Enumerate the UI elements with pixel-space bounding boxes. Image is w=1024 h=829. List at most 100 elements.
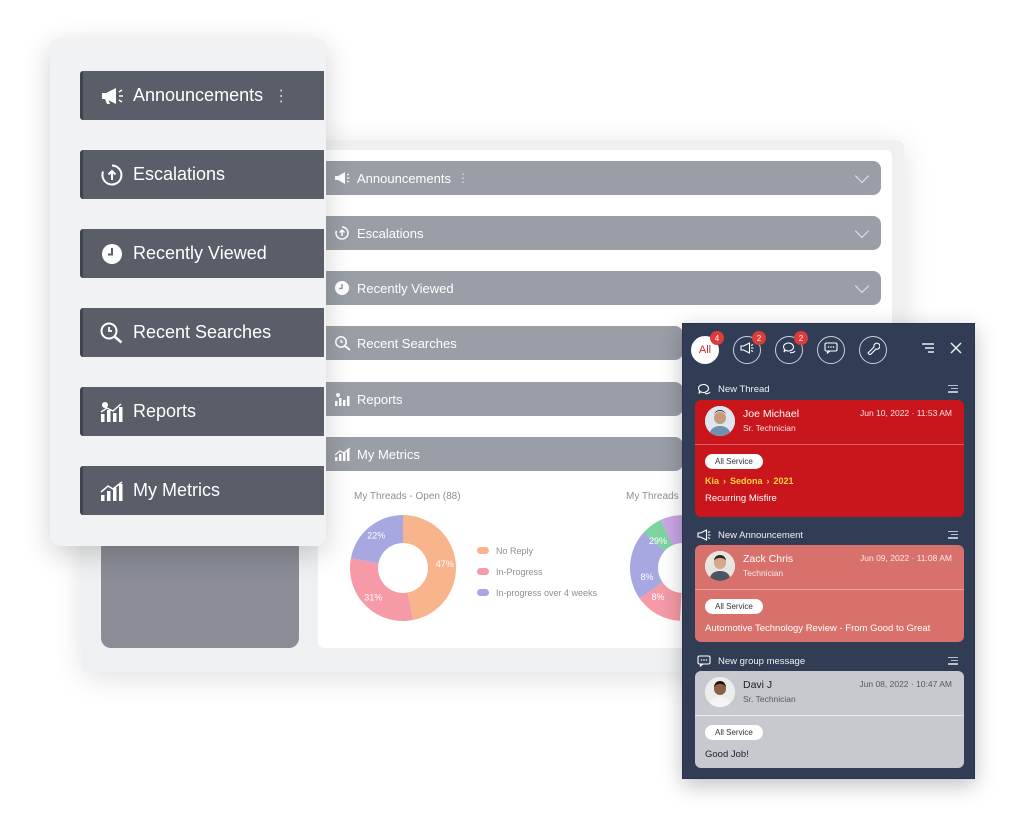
history-search-icon bbox=[99, 320, 125, 346]
metrics-icon bbox=[99, 478, 125, 504]
author-role: Sr. Technician bbox=[743, 423, 796, 433]
escalation-icon bbox=[99, 162, 125, 188]
section-heading-label: New group message bbox=[718, 655, 806, 667]
timestamp: Jun 09, 2022 · 11:08 AM bbox=[860, 553, 952, 563]
close-icon[interactable] bbox=[950, 341, 962, 359]
tab-announcements[interactable]: 2 bbox=[733, 331, 766, 364]
sidebar-item-label: My Metrics bbox=[133, 480, 220, 500]
sidebar-item-label: Recently Viewed bbox=[133, 243, 267, 263]
accordion-label: Recently Viewed bbox=[357, 280, 454, 296]
message-text: Automotive Technology Review - From Good… bbox=[705, 623, 931, 634]
donut-slice[interactable] bbox=[350, 558, 413, 621]
section-menu-icon[interactable] bbox=[948, 529, 958, 539]
author-role: Sr. Technician bbox=[743, 694, 796, 704]
donut-chart-threads-2: 29% 8% 8% bbox=[630, 515, 683, 621]
slice-value-label: 8% bbox=[640, 572, 653, 582]
clock-icon bbox=[333, 279, 351, 297]
sidebar-item-my-metrics[interactable]: My Metrics bbox=[80, 466, 324, 515]
section-heading-new-group-message: New group message bbox=[697, 655, 805, 667]
breadcrumb-item[interactable]: 2021 bbox=[774, 476, 794, 486]
accordion-announcements[interactable]: Announcements ⋮ bbox=[323, 161, 881, 195]
filter-list-icon[interactable] bbox=[921, 341, 935, 359]
accordion-reports[interactable]: Reports bbox=[323, 382, 683, 416]
sidebar-item-announcements[interactable]: Announcements ⋮ bbox=[80, 71, 324, 120]
reports-icon bbox=[99, 399, 125, 425]
megaphone-icon bbox=[333, 169, 351, 187]
notification-card[interactable]: Joe Michael Sr. Technician Jun 10, 2022 … bbox=[695, 400, 964, 517]
history-search-icon bbox=[333, 334, 351, 352]
count-badge: 4 bbox=[710, 331, 724, 345]
section-heading-label: New Announcement bbox=[718, 529, 804, 541]
tag-pill[interactable]: All Service bbox=[705, 454, 763, 469]
tab-tools[interactable] bbox=[859, 336, 887, 364]
message-text: Good Job! bbox=[705, 749, 749, 760]
reports-icon bbox=[333, 390, 351, 408]
section-menu-icon[interactable] bbox=[948, 655, 958, 665]
legend-swatch bbox=[477, 589, 489, 596]
notification-card[interactable]: Davi J Sr. Technician Jun 08, 2022 · 10:… bbox=[695, 671, 964, 768]
accordion-label: Reports bbox=[357, 391, 403, 407]
section-menu-icon[interactable] bbox=[948, 383, 958, 393]
legend-label: No Reply bbox=[496, 545, 534, 556]
clock-icon bbox=[99, 241, 125, 267]
chevron-right-icon: › bbox=[766, 476, 770, 486]
chevron-down-icon[interactable] bbox=[854, 223, 870, 239]
sidebar-item-label: Announcements bbox=[133, 85, 264, 105]
group-message-icon bbox=[824, 341, 838, 359]
sidebar-item-label: Reports bbox=[133, 401, 197, 421]
breadcrumb: Kia › Sedona › 2021 bbox=[705, 476, 794, 486]
group-message-icon bbox=[697, 655, 711, 667]
author-name[interactable]: Joe Michael bbox=[743, 408, 799, 420]
sidebar-item-label: Escalations bbox=[133, 164, 226, 184]
legend-swatch bbox=[477, 547, 489, 554]
tab-group-messages[interactable] bbox=[817, 336, 845, 364]
accordion-label: My Metrics bbox=[357, 446, 420, 462]
notifications-tabbar: All 4 2 2 bbox=[683, 324, 976, 376]
accordion-label: Escalations bbox=[357, 225, 424, 241]
divider bbox=[695, 715, 964, 716]
divider bbox=[695, 589, 964, 590]
accordion-recent-searches[interactable]: Recent Searches bbox=[323, 326, 683, 360]
avatar bbox=[705, 406, 735, 436]
chart-title: My Threads - Open (88) bbox=[354, 491, 461, 502]
sidebar-item-label: Recent Searches bbox=[133, 322, 272, 342]
sidebar-item-reports[interactable]: Reports bbox=[80, 387, 324, 436]
sidebar-item-recent-searches[interactable]: Recent Searches bbox=[80, 308, 324, 357]
chat-bubbles-icon bbox=[782, 341, 796, 359]
tag-pill[interactable]: All Service bbox=[705, 725, 763, 740]
sidebar-item-recently-viewed[interactable]: Recently Viewed bbox=[80, 229, 324, 278]
chevron-down-icon[interactable] bbox=[854, 278, 870, 294]
accordion-my-metrics[interactable]: My Metrics bbox=[323, 437, 683, 471]
section-heading-label: New Thread bbox=[718, 383, 770, 395]
megaphone-icon bbox=[740, 341, 754, 359]
author-name[interactable]: Davi J bbox=[743, 679, 772, 691]
slice-value-label: 31% bbox=[364, 593, 382, 603]
chevron-right-icon: › bbox=[723, 476, 727, 486]
breadcrumb-item[interactable]: Kia bbox=[705, 476, 719, 486]
tab-all[interactable]: All 4 bbox=[691, 331, 724, 364]
section-heading-new-announcement: New Announcement bbox=[697, 529, 803, 541]
author-name[interactable]: Zack Chris bbox=[743, 553, 793, 565]
megaphone-icon bbox=[99, 83, 125, 109]
sidebar-item-escalations[interactable]: Escalations bbox=[80, 150, 324, 199]
legend-label: In-progress over 4 weeks bbox=[496, 587, 598, 598]
slice-value-label: 47% bbox=[436, 559, 454, 569]
metrics-icon bbox=[333, 445, 351, 463]
chevron-down-icon[interactable] bbox=[854, 168, 870, 184]
notification-card[interactable]: Zack Chris Technician Jun 09, 2022 · 11:… bbox=[695, 545, 964, 642]
avatar bbox=[705, 551, 735, 581]
accordion-recently-viewed[interactable]: Recently Viewed bbox=[323, 271, 881, 305]
more-icon[interactable]: ⋮ bbox=[457, 171, 469, 185]
accordion-label: Recent Searches bbox=[357, 335, 457, 351]
more-icon[interactable]: ⋮ bbox=[273, 86, 289, 106]
card-header: Zack Chris Technician Jun 09, 2022 · 11:… bbox=[695, 545, 964, 589]
tab-threads[interactable]: 2 bbox=[775, 331, 808, 364]
count-badge: 2 bbox=[794, 331, 808, 345]
breadcrumb-item[interactable]: Sedona bbox=[730, 476, 763, 486]
tag-pill[interactable]: All Service bbox=[705, 599, 763, 614]
card-header: Joe Michael Sr. Technician Jun 10, 2022 … bbox=[695, 400, 964, 444]
chart-legend: No Reply In-Progress In-progress over 4 … bbox=[477, 540, 597, 603]
chat-bubbles-icon bbox=[697, 383, 711, 395]
notifications-panel: All 4 2 2 New Thread Joe Michael Sr. Tec… bbox=[682, 323, 975, 779]
accordion-escalations[interactable]: Escalations bbox=[323, 216, 881, 250]
